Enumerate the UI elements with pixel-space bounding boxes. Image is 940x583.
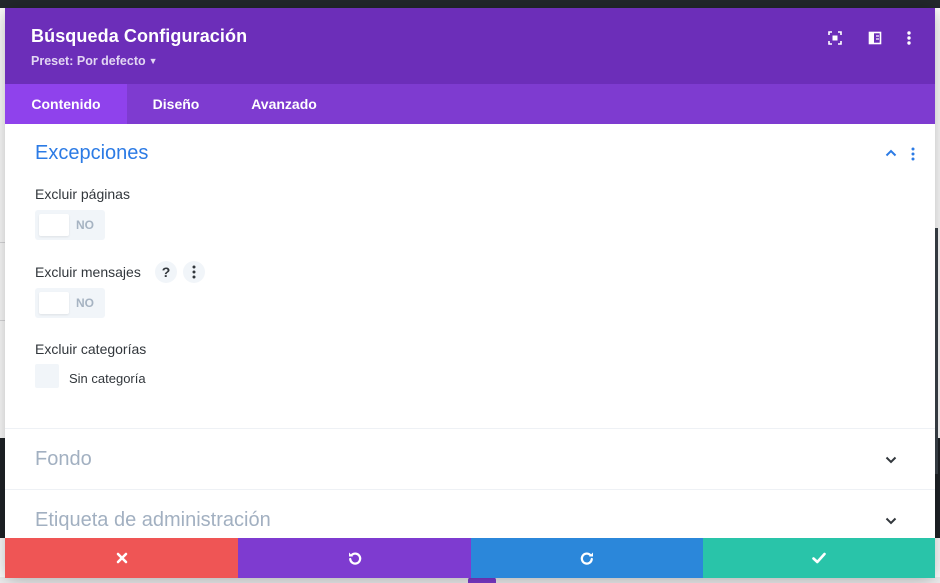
check-icon — [812, 552, 826, 564]
toggle-value: NO — [76, 218, 94, 232]
modal-body: Excepciones Excluir páginas NO Excluir m… — [5, 124, 935, 538]
undo-button[interactable] — [238, 538, 471, 578]
chevron-down-icon[interactable] — [884, 453, 898, 467]
exclude-categories-label: Excluir categorías — [35, 341, 147, 357]
section-title-background[interactable]: Fondo — [35, 448, 92, 471]
tab-advanced[interactable]: Avanzado — [225, 84, 343, 124]
section-divider — [5, 489, 935, 490]
modal-tabs: Contenido Diseño Avanzado — [5, 84, 935, 124]
undo-icon — [348, 552, 361, 565]
redo-icon — [580, 552, 593, 565]
tab-design[interactable]: Diseño — [127, 84, 225, 124]
split-view-icon[interactable] — [865, 28, 885, 48]
toggle-value: NO — [76, 296, 94, 310]
section-divider — [5, 428, 935, 429]
section-options-icon[interactable] — [909, 146, 917, 162]
redo-button[interactable] — [471, 538, 703, 578]
tab-content[interactable]: Contenido — [5, 84, 127, 124]
chevron-down-icon[interactable] — [884, 514, 898, 528]
modal-header: Búsqueda Configuración Preset: Por defec… — [5, 8, 935, 84]
category-checkbox[interactable] — [35, 364, 59, 388]
caret-down-icon: ▼ — [148, 56, 158, 66]
chevron-up-icon[interactable] — [884, 146, 898, 160]
expand-icon[interactable] — [825, 28, 845, 48]
toggle-knob — [39, 214, 69, 236]
category-option-label: Sin categoría — [69, 371, 146, 386]
section-title-admin-label[interactable]: Etiqueta de administración — [35, 509, 271, 532]
exclude-posts-label: Excluir mensajes — [35, 264, 141, 280]
help-icon[interactable]: ? — [155, 261, 177, 283]
modal-title: Búsqueda Configuración — [31, 26, 248, 46]
exclude-posts-toggle[interactable]: NO — [35, 288, 105, 318]
close-icon — [116, 552, 127, 564]
settings-modal: Búsqueda Configuración Preset: Por defec… — [5, 8, 935, 578]
discard-button[interactable] — [5, 538, 238, 578]
field-options-icon[interactable] — [183, 261, 205, 283]
modal-footer — [5, 538, 935, 578]
toggle-knob — [39, 292, 69, 314]
preset-label: Preset: Por defecto — [31, 54, 146, 68]
preset-selector[interactable]: Preset: Por defecto ▼ — [31, 54, 158, 68]
exclude-pages-label: Excluir páginas — [35, 186, 130, 202]
help-glyph: ? — [161, 264, 171, 280]
more-options-icon[interactable] — [899, 28, 919, 48]
save-button[interactable] — [703, 538, 935, 578]
exclude-pages-toggle[interactable]: NO — [35, 210, 105, 240]
background-admin-bar — [0, 0, 940, 8]
section-title-exceptions[interactable]: Excepciones — [35, 142, 148, 165]
